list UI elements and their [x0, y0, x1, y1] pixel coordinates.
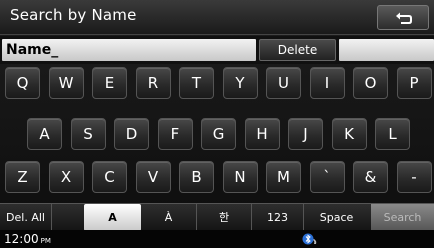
key-row1-0[interactable]: Q [5, 67, 40, 99]
key-row2-7[interactable]: K [331, 118, 367, 150]
key-row1-6[interactable]: U [266, 67, 301, 99]
key-row2-3[interactable]: F [157, 118, 193, 150]
key-row3-3[interactable]: V [135, 161, 171, 193]
key-row1-9[interactable]: P [396, 67, 432, 99]
bluetooth-phone-icon [302, 233, 317, 245]
key-row3-4[interactable]: B [179, 161, 214, 193]
delete-all-button[interactable]: Del. All [0, 204, 52, 231]
key-row3-8[interactable]: & [353, 161, 388, 193]
mode-accent-button[interactable]: À [141, 204, 197, 231]
name-input[interactable]: Name_ [2, 39, 256, 61]
title-bar: Search by Name [0, 0, 434, 35]
key-row2-8[interactable]: L [375, 118, 410, 150]
clock: 12:00 PM [4, 232, 51, 246]
key-row1-3[interactable]: R [135, 67, 171, 99]
key-row2-6[interactable]: J [288, 118, 323, 150]
key-row2-4[interactable]: G [201, 118, 236, 150]
key-row3-1[interactable]: X [48, 161, 84, 193]
key-row3-7[interactable]: ` [309, 161, 345, 193]
key-row1-4[interactable]: T [179, 67, 214, 99]
key-row3-6[interactable]: M [266, 161, 301, 193]
key-row2-5[interactable]: H [244, 118, 280, 150]
back-button[interactable] [377, 5, 429, 30]
key-row3-2[interactable]: C [92, 161, 127, 193]
mode-numeric-button[interactable]: 123 [252, 204, 304, 231]
key-row3-9[interactable]: - [396, 161, 432, 193]
status-bar: 12:00 PM [0, 230, 434, 248]
bottom-bar: Del. All A À 한 123 Space Search [0, 203, 434, 231]
key-row1-7[interactable]: I [309, 67, 345, 99]
back-arrow-icon [396, 12, 412, 24]
key-row2-1[interactable]: S [70, 118, 106, 150]
mode-korean-button[interactable]: 한 [197, 204, 252, 231]
clock-time: 12:00 [4, 232, 39, 246]
space-button[interactable]: Space [304, 204, 369, 231]
page-title: Search by Name [10, 6, 137, 24]
mode-latin-button[interactable]: A [84, 204, 141, 231]
clock-ampm: PM [40, 237, 51, 245]
key-row3-5[interactable]: N [222, 161, 258, 193]
delete-button[interactable]: Delete [259, 39, 336, 61]
search-button[interactable]: Search [371, 204, 434, 231]
key-row3-0[interactable]: Z [5, 161, 40, 193]
key-row1-8[interactable]: O [353, 67, 388, 99]
key-row1-5[interactable]: Y [222, 67, 258, 99]
key-row1-2[interactable]: E [92, 67, 127, 99]
secondary-input-field[interactable] [339, 39, 434, 61]
key-row1-1[interactable]: W [48, 67, 84, 99]
key-row2-0[interactable]: A [27, 118, 62, 150]
search-by-name-screen: Search by Name Name_ Delete QWERTYUIOPAS… [0, 0, 434, 248]
name-row: Name_ Delete [0, 36, 434, 64]
key-row2-2[interactable]: D [114, 118, 149, 150]
